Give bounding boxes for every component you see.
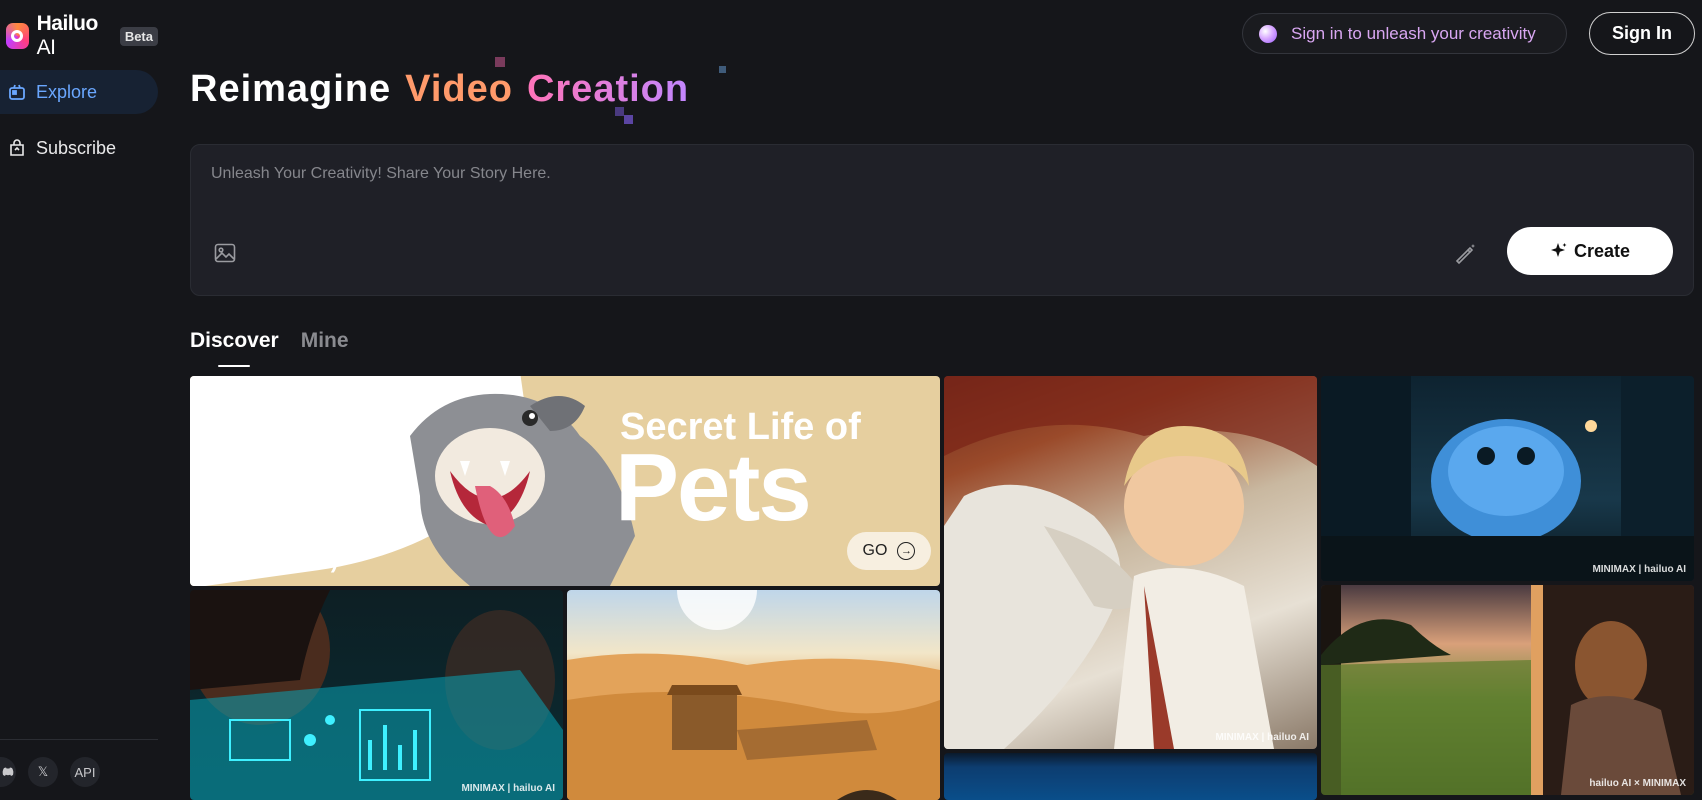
watermark: MINIMAX | hailuo AI (461, 783, 555, 794)
feed-tabs: Discover Mine (190, 329, 349, 367)
thumbnail-holographic-display (190, 590, 563, 800)
video-card-holographic-display[interactable]: MINIMAX | hailuo AI (190, 590, 563, 800)
video-card-ocean[interactable] (944, 753, 1317, 800)
upload-image-icon[interactable] (213, 241, 237, 265)
video-card-blue-monster[interactable]: MINIMAX | hailuo AI (1321, 376, 1694, 581)
video-card-desert-temple[interactable] (567, 590, 940, 800)
arrow-right-circle-icon: → (897, 542, 916, 560)
tab-discover[interactable]: Discover (190, 329, 279, 367)
sidebar: Hailuo AI Beta Explore Subscribe 𝕏 API (0, 0, 158, 800)
promo-text: Sign in to unleash your creativity (1291, 23, 1536, 43)
create-button-label: Create (1573, 240, 1631, 261)
sidebar-divider (0, 739, 158, 740)
brand-name: Hailuo AI (36, 12, 99, 59)
discord-icon[interactable] (0, 757, 16, 787)
sparkle-icon (1550, 243, 1567, 257)
sidebar-item-explore[interactable]: Explore (0, 70, 158, 114)
decorative-pixel (719, 66, 726, 73)
thumbnail-blue-monster (1321, 376, 1694, 581)
video-card-window-sunset[interactable]: hailuo AI × MINIMAX (1321, 585, 1694, 795)
beta-badge: Beta (119, 26, 158, 46)
prompt-box[interactable]: Unleash Your Creativity! Share Your Stor… (190, 144, 1694, 296)
decorative-pixel (624, 115, 633, 124)
sidebar-item-label: Explore (36, 81, 98, 102)
signin-promo-banner[interactable]: Sign in to unleash your creativity (1242, 13, 1567, 54)
x-twitter-icon[interactable]: 𝕏 (28, 757, 58, 787)
decorative-pixel (615, 107, 624, 116)
hailuo-logo-icon (6, 23, 29, 49)
watermark: MINIMAX | hailuo AI (1215, 732, 1309, 743)
subscribe-icon (10, 139, 24, 156)
magic-wand-icon[interactable] (1453, 241, 1477, 265)
tab-mine[interactable]: Mine (301, 329, 349, 353)
thumbnail-window-sunset (1321, 585, 1694, 795)
watermark: hailuo AI × MINIMAX (1589, 778, 1686, 789)
banner-go-button[interactable]: GO → (847, 532, 931, 570)
api-link[interactable]: API (70, 757, 100, 787)
thumbnail-desert-temple (567, 590, 940, 800)
sparkle-orb-icon (1259, 24, 1277, 43)
explore-icon (9, 84, 25, 100)
sign-in-button[interactable]: Sign In (1589, 12, 1695, 55)
sidebar-item-label: Subscribe (36, 137, 117, 158)
watermark: MINIMAX | hailuo AI (1592, 564, 1686, 575)
banner-title-line2: Pets (615, 434, 812, 541)
page-title: Reimagine Video Creation (190, 68, 690, 110)
thumbnail-dragon-boy (944, 376, 1317, 749)
event-banner-secret-life-of-pets[interactable]: Secret Life of Pets (10.15-10.25) GO → (190, 376, 940, 586)
video-card-dragon-boy[interactable]: MINIMAX | hailuo AI (944, 376, 1317, 749)
banner-dates: (10.15-10.25) (206, 548, 339, 573)
create-button[interactable]: Create (1507, 227, 1673, 275)
prompt-input[interactable]: Unleash Your Creativity! Share Your Stor… (211, 165, 551, 183)
social-links: 𝕏 API (0, 757, 112, 787)
brand-logo[interactable]: Hailuo AI Beta (6, 12, 158, 60)
decorative-pixel (495, 57, 505, 67)
sidebar-item-subscribe[interactable]: Subscribe (0, 126, 158, 170)
dog-illustration (410, 393, 635, 586)
